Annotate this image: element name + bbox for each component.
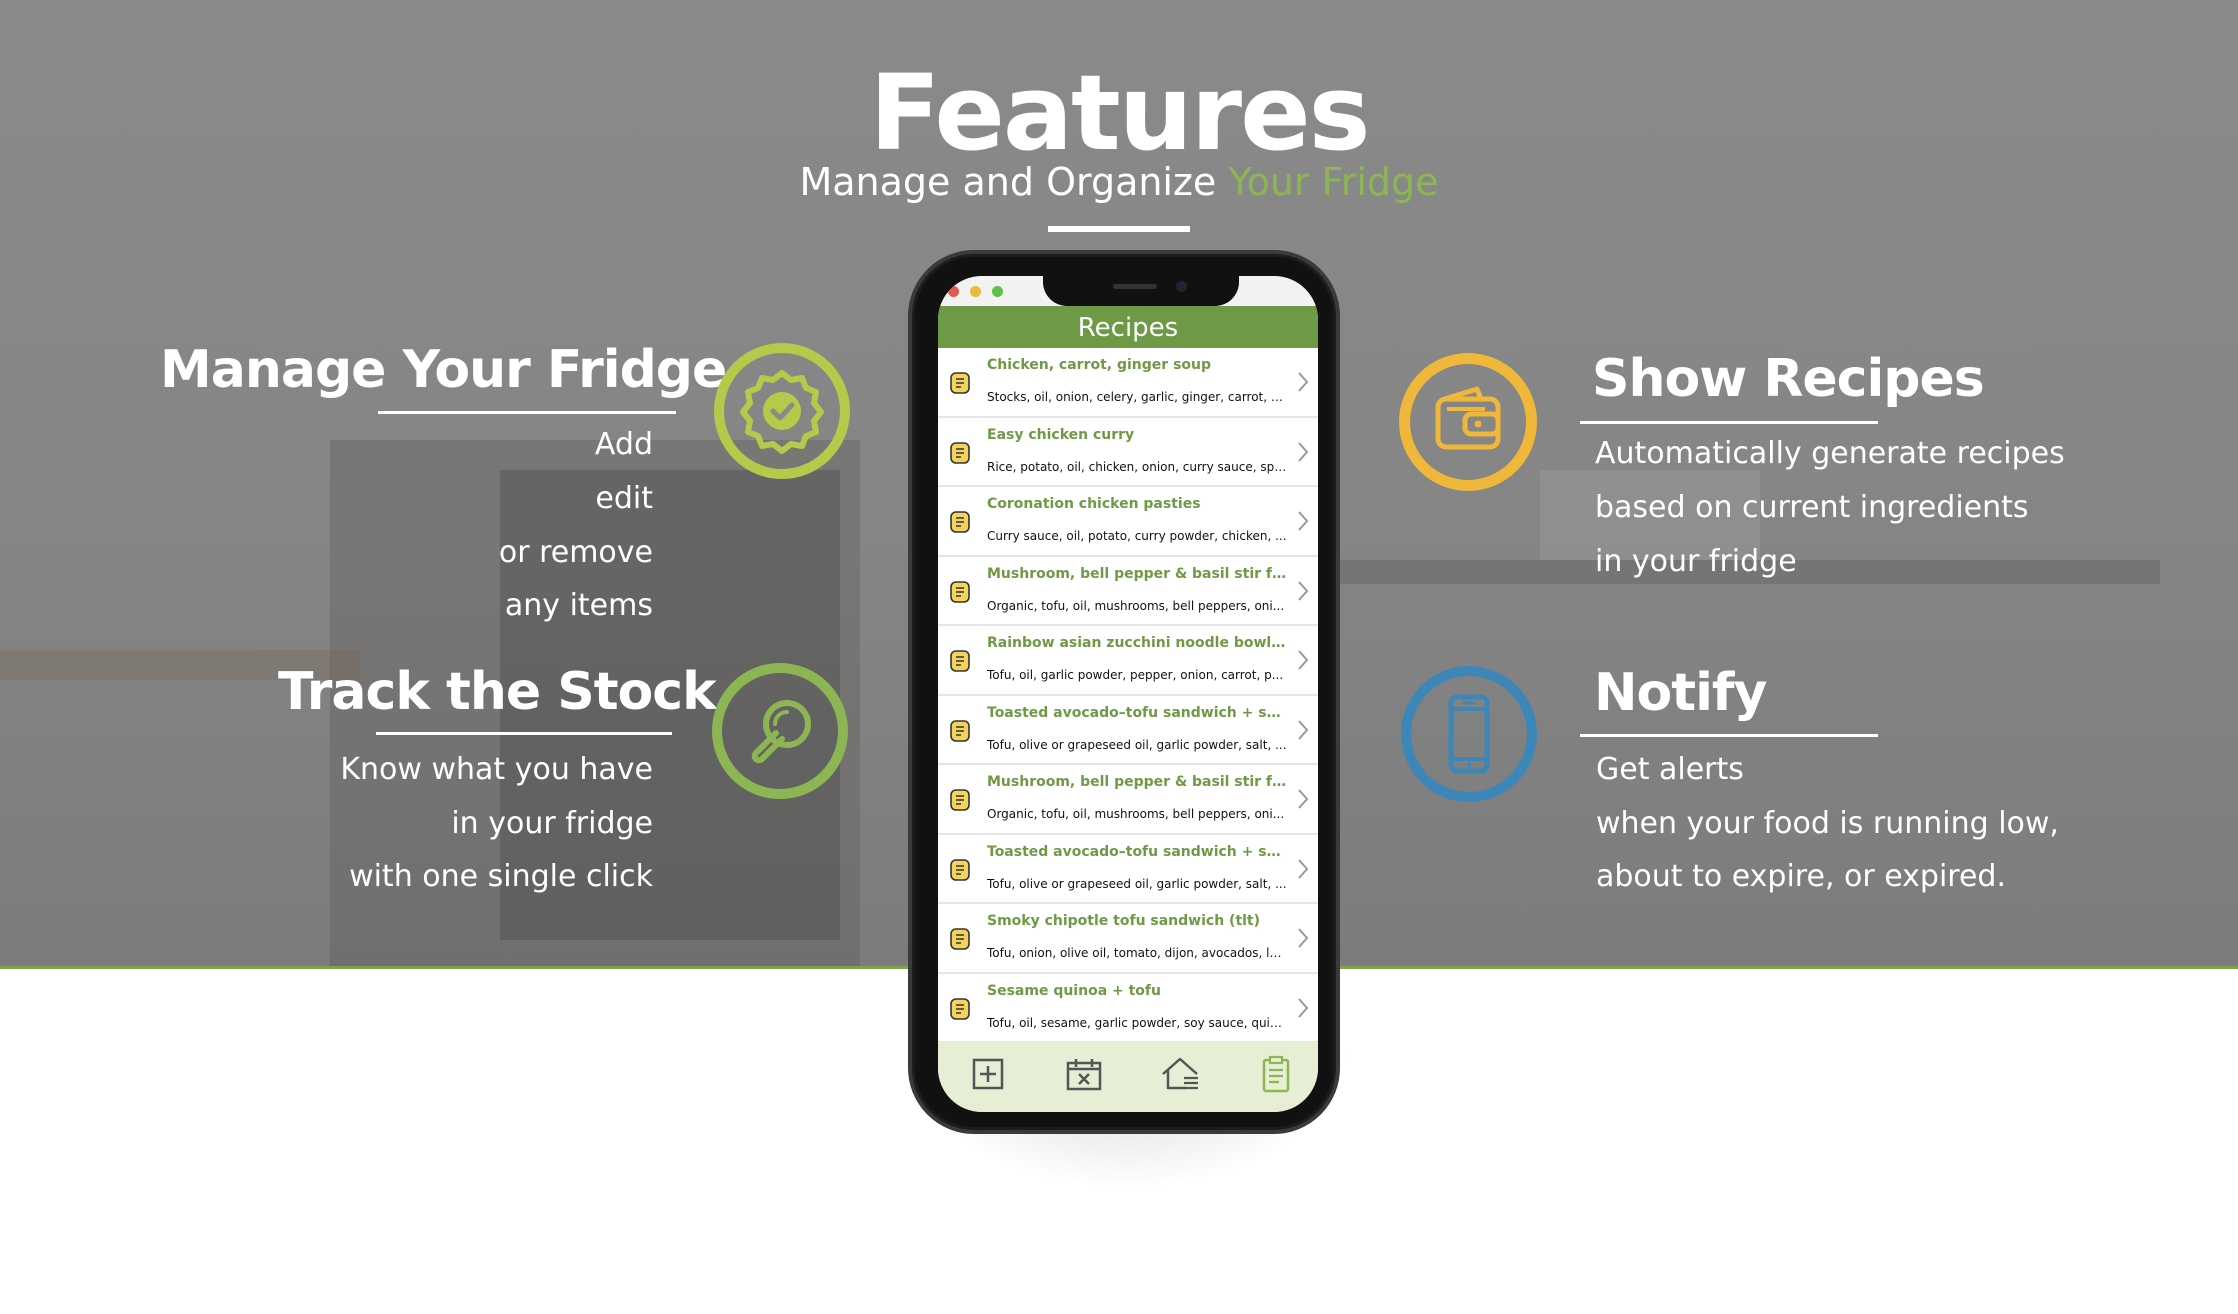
add-item-icon[interactable] [968, 1054, 1008, 1094]
recipe-title: Mushroom, bell pepper & basil stir fry [987, 774, 1287, 790]
recipes-line-3: in your fridge [1595, 544, 1797, 579]
manage-line-3: or remove [498, 535, 653, 570]
chevron-right-icon [1296, 370, 1310, 394]
track-heading: Track the Stock [278, 662, 717, 722]
manage-heading-plain: Manage [160, 340, 403, 400]
chevron-right-icon [1296, 926, 1310, 950]
recipe-row[interactable]: Sesame quinoa + tofu Tofu, oil, sesame, g… [938, 973, 1318, 1043]
track-line-2: in your fridge [451, 806, 653, 841]
recipes-line-2: based on current ingredients [1595, 490, 2029, 525]
notify-heading: Notify [1594, 663, 1767, 723]
feature-slide: Features Manage and Organize Your Fridge… [0, 0, 2238, 1314]
manage-line-2: edit [595, 481, 653, 516]
subtitle-accent: Your Fridge [1228, 160, 1439, 204]
page-title: Features [869, 52, 1370, 174]
manage-line-4: any items [504, 588, 653, 623]
recipe-title: Toasted avocado–tofu sandwich + sa... [987, 704, 1287, 721]
recipe-title: Chicken, carrot, ginger soup [987, 357, 1212, 373]
chevron-right-icon [1296, 787, 1310, 811]
chevron-right-icon [1296, 718, 1310, 742]
recipe-note-icon [950, 719, 970, 742]
recipe-title: Coronation chicken pasties [987, 496, 1201, 512]
notify-line-1: Get alerts [1596, 752, 1744, 787]
phone-mockup: Recipes Chicken, carrot, ginger soup Stoc… [908, 250, 1340, 1134]
manage-underline [378, 411, 676, 414]
recipe-ingredients: Stocks, oil, onion, celery, garlic, ging… [987, 390, 1287, 404]
recipes-underline [1580, 421, 1878, 424]
recipe-note-icon [950, 372, 970, 394]
recipe-note-icon [950, 858, 970, 881]
recipe-ingredients: Tofu, olive or grapeseed oil, garlic pow… [987, 876, 1287, 891]
wallet-icon [1399, 353, 1537, 491]
recipe-note-icon [950, 441, 970, 464]
camera-icon [1176, 281, 1187, 292]
recipe-row[interactable]: Chicken, carrot, ginger soup Stocks, oil,… [938, 348, 1318, 418]
notify-line-2: when your food is running low, [1596, 806, 2059, 841]
close-dot-icon [948, 286, 959, 297]
phone-icon [1401, 666, 1537, 802]
chevron-right-icon [1296, 996, 1310, 1020]
recipe-title: Mushroom, bell pepper & basil stir fry [987, 565, 1287, 582]
recipe-row[interactable]: Easy chicken curry Rice, potato, oil, chi… [938, 417, 1318, 487]
recipe-ingredients: Organic, tofu, oil, mushrooms, bell pepp… [987, 598, 1285, 613]
tab-bar [938, 1042, 1318, 1112]
recipe-ingredients: Rice, potato, oil, chicken, onion, curry… [987, 459, 1287, 474]
track-line-1: Know what you have [340, 752, 653, 787]
clipboard-icon[interactable] [1256, 1054, 1296, 1094]
recipe-row[interactable]: Mushroom, bell pepper & basil stir fry Or… [938, 556, 1318, 626]
minimize-dot-icon [970, 286, 981, 297]
chevron-right-icon [1296, 857, 1310, 881]
speaker-icon [1113, 284, 1157, 289]
expired-calendar-icon[interactable] [1064, 1054, 1104, 1094]
recipe-note-icon [950, 928, 970, 950]
recipe-ingredients: Curry sauce, oil, potato, curry powder, … [987, 529, 1287, 543]
recipe-row[interactable]: Rainbow asian zucchini noodle bowl ... To… [938, 626, 1318, 696]
recipe-note-icon [950, 789, 970, 811]
recipe-note-icon [950, 580, 970, 603]
recipe-note-icon [950, 997, 970, 1020]
magnifier-icon [712, 663, 848, 799]
recipe-row[interactable]: Smoky chipotle tofu sandwich (tlt) Tofu, … [938, 904, 1318, 974]
chevron-right-icon [1296, 509, 1310, 533]
manage-heading: Manage Your Fridge [160, 340, 728, 400]
notify-line-3: about to expire, or expired. [1596, 859, 2007, 894]
recipe-ingredients: Tofu, olive or grapeseed oil, garlic pow… [987, 737, 1287, 752]
recipe-row[interactable]: Mushroom, bell pepper & basil stir fry Or… [938, 765, 1318, 835]
home-list-icon[interactable] [1160, 1054, 1200, 1094]
phone-notch [1043, 276, 1239, 306]
subtitle-plain: Manage and Organize [799, 160, 1229, 204]
recipe-ingredients: Tofu, oil, sesame, garlic powder, soy sa… [987, 1015, 1287, 1030]
page-subtitle: Manage and Organize Your Fridge [0, 160, 2238, 204]
notify-underline [1580, 734, 1878, 737]
chevron-right-icon [1296, 440, 1310, 464]
chevron-right-icon [1296, 648, 1310, 672]
recipe-title: Rainbow asian zucchini noodle bowl ... [987, 635, 1287, 651]
recipe-ingredients: Organic, tofu, oil, mushrooms, bell pepp… [987, 807, 1285, 821]
chevron-right-icon [1296, 579, 1310, 603]
recipe-note-icon [950, 511, 970, 533]
track-line-3: with one single click [349, 859, 653, 894]
recipe-row[interactable]: Coronation chicken pasties Curry sauce, o… [938, 487, 1318, 557]
maximize-dot-icon [992, 286, 1003, 297]
recipes-heading: Show Recipes [1592, 349, 1985, 409]
recipe-row[interactable]: Toasted avocado–tofu sandwich + sa... Tof… [938, 834, 1318, 904]
recipe-title: Easy chicken curry [987, 426, 1135, 443]
recipe-title: Toasted avocado–tofu sandwich + sa... [987, 843, 1287, 860]
recipe-ingredients: Tofu, onion, olive oil, tomato, dijon, a… [987, 946, 1287, 960]
recipe-title: Smoky chipotle tofu sandwich (tlt) [987, 913, 1261, 929]
recipe-list[interactable]: Chicken, carrot, ginger soup Stocks, oil,… [938, 348, 1318, 1043]
recipe-note-icon [950, 650, 970, 672]
recipe-ingredients: Tofu, oil, garlic powder, pepper, onion,… [987, 668, 1284, 682]
title-underline [1048, 226, 1190, 232]
recipe-title: Sesame quinoa + tofu [987, 982, 1161, 999]
manage-heading-underlined: Your Fridge [402, 340, 728, 400]
recipes-line-1: Automatically generate recipes [1595, 436, 2065, 471]
badge-check-icon [714, 343, 850, 479]
recipe-row[interactable]: Toasted avocado–tofu sandwich + sa... Tof… [938, 695, 1318, 765]
manage-line-1: Add [594, 427, 653, 462]
app-screen: Recipes Chicken, carrot, ginger soup Stoc… [938, 276, 1318, 1112]
track-underline [376, 732, 672, 735]
nav-title: Recipes [938, 306, 1318, 348]
